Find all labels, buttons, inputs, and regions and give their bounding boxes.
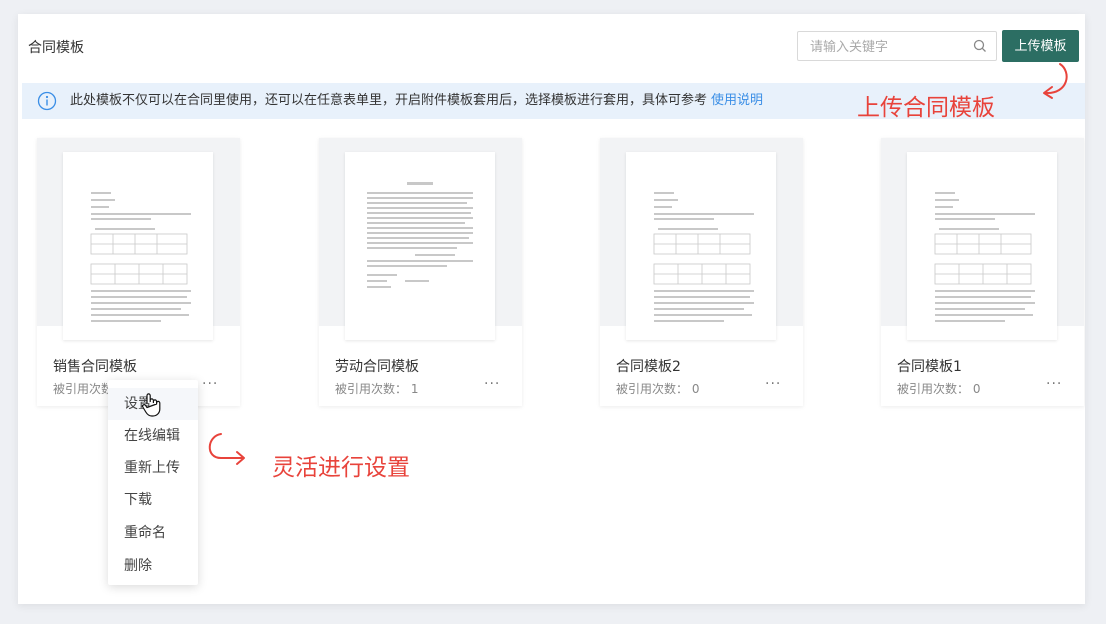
template-card-sales[interactable]: 销售合同模板 被引用次数： ··· bbox=[37, 138, 240, 406]
template-card-2[interactable]: 合同模板2 被引用次数： 0 ··· bbox=[600, 138, 803, 406]
more-options-icon[interactable]: ··· bbox=[202, 376, 218, 392]
template-name: 劳动合同模板 bbox=[335, 359, 419, 375]
menu-item-rename[interactable]: 重命名 bbox=[108, 517, 198, 549]
notice-text: 此处模板不仅可以在合同里使用，还可以在任意表单里，开启附件模板套用后，选择模板进… bbox=[70, 93, 708, 108]
template-preview[interactable] bbox=[881, 138, 1084, 340]
template-usage-count: 被引用次数： 0 bbox=[616, 382, 700, 396]
menu-item-online-edit[interactable]: 在线编辑 bbox=[108, 420, 198, 452]
more-options-icon[interactable]: ··· bbox=[765, 376, 781, 392]
template-card-1[interactable]: 合同模板1 被引用次数： 0 ··· bbox=[881, 138, 1084, 406]
menu-item-reupload[interactable]: 重新上传 bbox=[108, 452, 198, 484]
template-name: 销售合同模板 bbox=[53, 359, 137, 375]
template-card-labor[interactable]: 劳动合同模板 被引用次数： 1 ··· bbox=[319, 138, 522, 406]
usage-guide-link[interactable]: 使用说明 bbox=[711, 93, 763, 108]
more-options-icon[interactable]: ··· bbox=[484, 376, 500, 392]
template-name: 合同模板1 bbox=[897, 359, 962, 375]
search-input[interactable] bbox=[808, 32, 962, 62]
document-thumbnail bbox=[907, 152, 1057, 340]
search-box[interactable] bbox=[797, 31, 997, 62]
menu-item-download[interactable]: 下载 bbox=[108, 484, 198, 516]
upload-annotation-arrow-icon bbox=[1043, 63, 1068, 99]
template-preview[interactable] bbox=[37, 138, 240, 340]
menu-item-delete[interactable]: 删除 bbox=[108, 550, 198, 582]
settings-annotation: 灵活进行设置 bbox=[272, 455, 410, 481]
template-preview[interactable] bbox=[600, 138, 803, 340]
search-icon[interactable] bbox=[973, 39, 987, 53]
template-usage-count: 被引用次数： 0 bbox=[897, 382, 981, 396]
template-name: 合同模板2 bbox=[616, 359, 681, 375]
info-icon bbox=[37, 91, 57, 111]
template-usage-count: 被引用次数： 1 bbox=[335, 382, 419, 396]
document-thumbnail bbox=[63, 152, 213, 340]
hand-cursor-icon bbox=[142, 393, 161, 417]
document-thumbnail bbox=[345, 152, 495, 340]
more-options-icon[interactable]: ··· bbox=[1046, 376, 1062, 392]
upload-template-button[interactable]: 上传模板 bbox=[1002, 30, 1079, 62]
page-title: 合同模板 bbox=[28, 40, 84, 56]
settings-annotation-arrow-icon bbox=[208, 433, 245, 465]
upload-annotation: 上传合同模板 bbox=[857, 95, 995, 121]
document-thumbnail bbox=[626, 152, 776, 340]
template-preview[interactable] bbox=[319, 138, 522, 340]
